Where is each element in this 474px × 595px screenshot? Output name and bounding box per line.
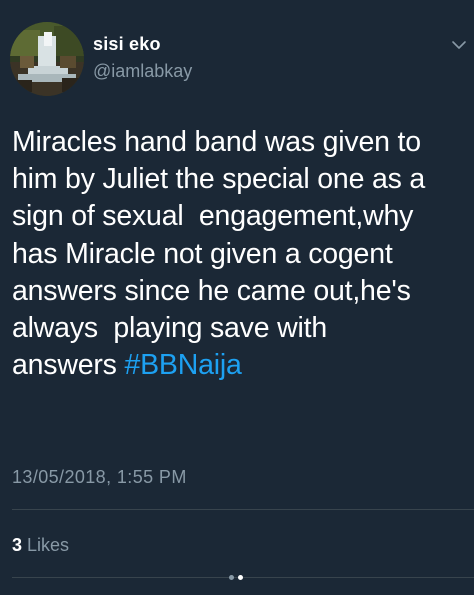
page-dot-2-active[interactable] [238, 575, 243, 580]
waterfall-photo-icon [10, 22, 84, 96]
author-display-name[interactable]: sisi eko [93, 33, 192, 55]
tweet-text: Miracles hand band was given to him by J… [12, 124, 468, 384]
avatar[interactable] [10, 22, 84, 96]
tweet-body: Miracles hand band was given to him by J… [12, 126, 426, 382]
author-handle[interactable]: @iamlabkay [93, 60, 192, 82]
chevron-down-icon[interactable] [450, 38, 468, 52]
tweet-timestamp[interactable]: 13/05/2018, 1:55 PM [12, 466, 187, 488]
page-indicator [229, 575, 249, 583]
page-dot-1[interactable] [229, 575, 234, 580]
likes-count: 3 [12, 535, 23, 555]
divider [12, 509, 474, 510]
likes-label: Likes [27, 535, 70, 555]
author-block[interactable]: sisi eko @iamlabkay [93, 33, 192, 82]
tweet-card: sisi eko @iamlabkay Miracles hand band w… [0, 0, 474, 595]
likes-stat[interactable]: 3 Likes [12, 534, 69, 556]
hashtag-link[interactable]: #BBNaija [124, 349, 241, 381]
